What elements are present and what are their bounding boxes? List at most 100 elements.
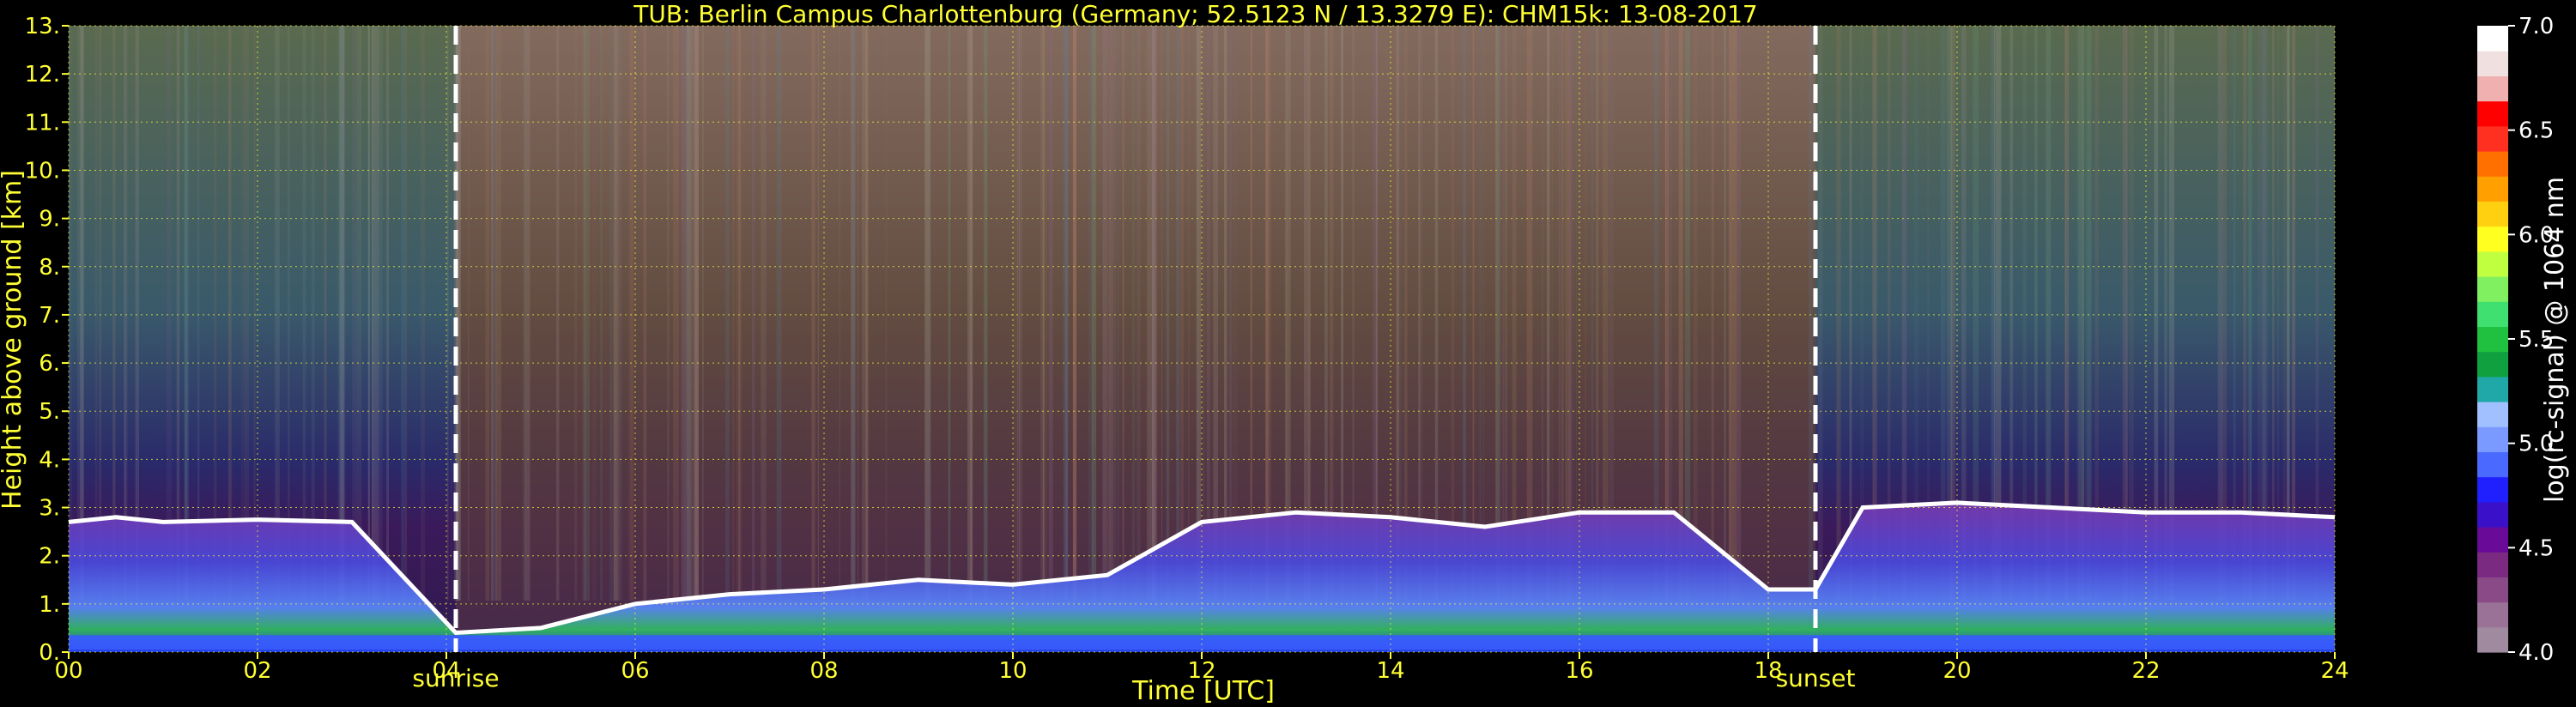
noise-streak [1229,26,1232,601]
noise-streak [1250,26,1252,601]
colorbar-segment [2477,51,2508,76]
noise-streak [491,26,497,601]
noise-streak [380,26,383,601]
y-tick-label: 10. [25,158,60,184]
noise-streak [1495,26,1498,601]
noise-streak [94,26,98,601]
colorbar-segment [2477,201,2508,227]
noise-streak [693,26,699,601]
lidar-quicklook-chart: 0.1.2.3.4.5.6.7.8.9.10.11.12.13. 00 02 04 0… [0,0,2570,706]
noise-streak [667,26,670,601]
x-tick-label: 00 [54,658,82,684]
noise-streak [1418,26,1423,601]
noise-streak [377,26,380,601]
noise-streak [1151,26,1157,601]
noise-streak [687,26,693,601]
noise-streak [1232,26,1238,601]
noise-streak [983,26,988,601]
colorbar-segment [2477,76,2508,102]
noise-streak [1206,26,1210,601]
noise-streak [176,26,180,601]
noise-streak [253,26,256,601]
noise-streak [340,26,343,601]
noise-streak [1397,26,1403,601]
colorbar-segment [2477,326,2508,353]
noise-streak [485,26,490,601]
noise-streak [1161,26,1163,601]
noise-streak [1136,26,1141,601]
noise-streak [686,26,688,601]
noise-streak [1088,26,1094,601]
colorbar-segment [2477,552,2508,577]
colorbar-segment [2477,100,2508,127]
noise-streak [214,26,217,601]
noise-streak [1479,26,1482,601]
noise-streak [627,26,633,601]
noise-streak [1711,26,1714,601]
noise-streak [1203,26,1205,601]
y-tick-label: 8. [39,255,60,281]
x-tick-label: 08 [809,658,838,684]
noise-streak [930,26,932,601]
y-tick-label: 13. [25,14,60,39]
colorbar-segment [2477,151,2508,177]
noise-streak [1224,26,1227,601]
colorbar-segment [2477,501,2508,528]
noise-streak [1729,26,1731,601]
noise-streak [732,26,735,601]
plot-area [68,25,2336,653]
colorbar-tick-label: 6.5 [2518,118,2554,144]
noise-streak [643,26,647,601]
noise-streak [1196,26,1201,601]
colorbar-tick-label: 4.5 [2518,535,2554,561]
noise-streak [851,26,856,601]
noise-streak [885,26,888,601]
x-tick-label: 14 [1376,658,1404,684]
colorbar-segment [2477,527,2508,553]
colorbar-segment [2477,301,2508,327]
noise-streak [1737,26,1742,601]
noise-streak [1131,26,1136,601]
noise-streak [761,26,767,601]
noise-streak [817,26,819,601]
noise-streak [1041,26,1048,601]
noise-streak [1497,26,1500,601]
y-axis-ticks: 0.1.2.3.4.5.6.7.8.9.10.11.12.13. [25,14,69,666]
y-tick-label: 2. [39,544,60,570]
noise-streak [69,26,73,601]
noise-streak [524,26,530,601]
noise-streak [970,26,973,601]
colorbar-segment [2477,402,2508,427]
noise-streak [311,26,315,601]
y-axis-label: Height above ground [km] [0,170,27,510]
noise-streak [556,26,560,601]
colorbar-tick-label: 4.0 [2518,640,2554,666]
colorbar-segment [2477,251,2508,277]
noise-streak [1684,26,1691,601]
noise-streak [1102,26,1106,601]
noise-streak [1472,26,1475,601]
noise-streak [229,26,233,601]
noise-streak [584,26,590,601]
colorbar-segment [2477,426,2508,452]
noise-streak [337,26,340,601]
noise-streak [386,26,389,601]
noise-streak [405,26,407,601]
noise-streak [1512,26,1517,601]
noise-streak [1849,26,1852,601]
noise-streak [673,26,679,601]
noise-streak [451,26,452,601]
noise-streak [367,26,370,601]
noise-streak [167,26,172,601]
x-tick-label: 02 [243,658,271,684]
noise-streak [184,26,187,601]
x-axis-label: Time [UTC] [1131,676,1275,706]
y-tick-label: 6. [39,351,60,377]
noise-streak [1482,26,1484,601]
noise-streak [1166,26,1168,601]
noise-streak [776,26,782,601]
colorbar-segment [2477,226,2508,252]
noise-streak [1526,26,1533,601]
noise-streak [862,26,868,601]
y-tick-label: 12. [25,62,60,88]
